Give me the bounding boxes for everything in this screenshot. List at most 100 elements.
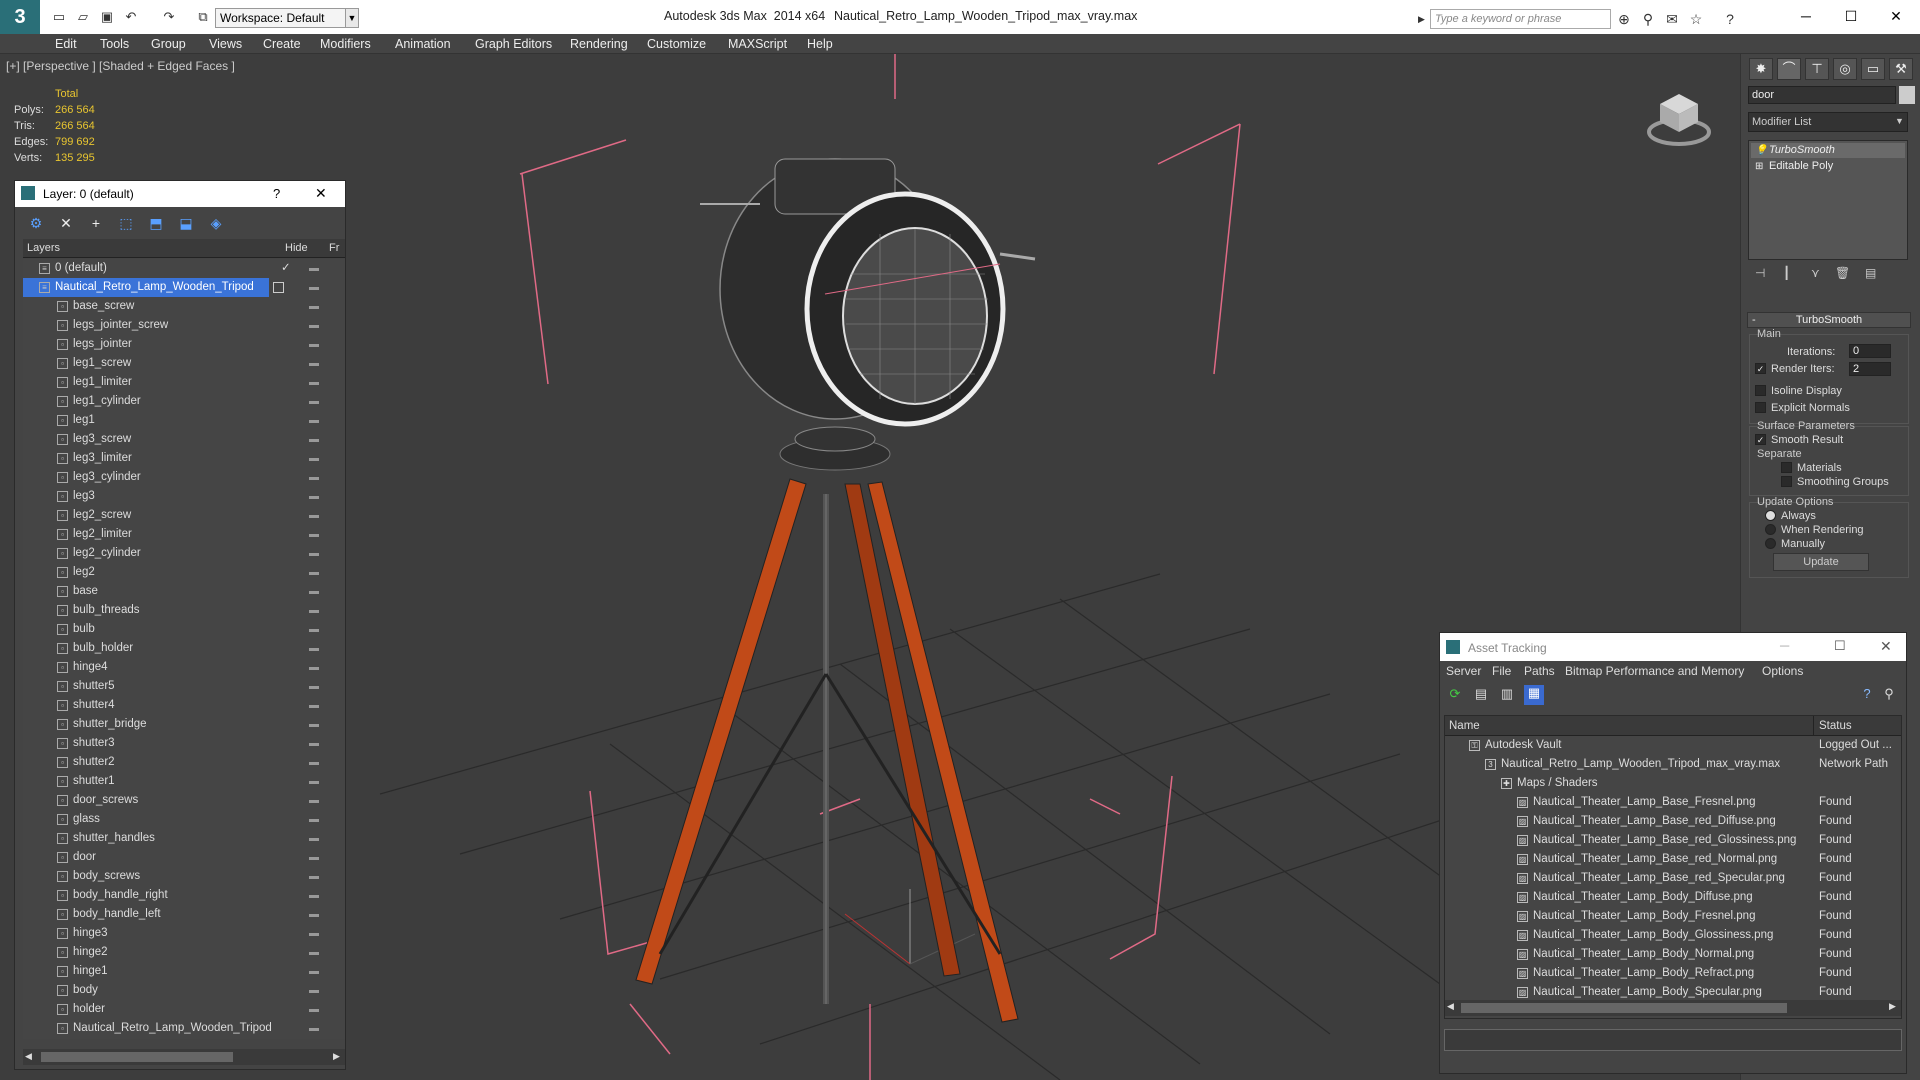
collapse-icon[interactable]: - [1752, 313, 1756, 327]
column-status[interactable]: Status [1819, 720, 1852, 732]
stack-item-turbosmooth[interactable]: 💡 TurboSmooth [1751, 143, 1905, 158]
layer-row[interactable]: ▫ holder ▬ [23, 1000, 345, 1019]
layer-row[interactable]: ▫ bulb_holder ▬ [23, 639, 345, 658]
hide-toggle-icon[interactable]: ▬ [309, 1019, 319, 1038]
layer-row[interactable]: ▫ legs_jointer ▬ [23, 335, 345, 354]
layer-row[interactable]: ▫ hinge3 ▬ [23, 924, 345, 943]
hide-toggle-icon[interactable]: ▬ [309, 297, 319, 316]
layer-row[interactable]: ▫ base ▬ [23, 582, 345, 601]
hide-toggle-icon[interactable]: ▬ [309, 392, 319, 411]
hide-toggle-icon[interactable]: ▬ [309, 601, 319, 620]
add-layer-icon[interactable]: + [85, 213, 107, 233]
hide-toggle-icon[interactable]: ▬ [309, 468, 319, 487]
layer-list[interactable]: ≡ 0 (default) ✓ ▬ ≡ Nautical_Retro_Lamp_Woode… [23, 259, 345, 1039]
asset-row[interactable]: ▨ Nautical_Theater_Lamp_Body_Glossiness.p… [1445, 926, 1901, 945]
hide-toggle-icon[interactable]: ▬ [309, 810, 319, 829]
layer-row[interactable]: ≡ Nautical_Retro_Lamp_Wooden_Tripod ▬ [23, 278, 319, 297]
hide-toggle-icon[interactable]: ▬ [309, 753, 319, 772]
hide-toggle-icon[interactable]: ▬ [309, 962, 319, 981]
create-tab-icon[interactable]: ✸ [1749, 58, 1773, 80]
asset-table[interactable]: Name Status ⚿ Autodesk Vault Logged Out ..… [1444, 715, 1902, 1019]
minimize-icon[interactable]: ─ [1786, 4, 1826, 28]
materials-checkbox[interactable] [1781, 462, 1792, 473]
redo-icon[interactable]: ↷ [160, 8, 178, 26]
table-view-icon[interactable]: ▦ [1524, 685, 1544, 705]
help-icon[interactable]: ? [1720, 9, 1740, 29]
menu-maxscript[interactable]: MAXScript [728, 34, 787, 54]
column-name[interactable]: Name [1449, 720, 1480, 732]
hide-toggle-icon[interactable]: ▬ [309, 544, 319, 563]
layer-row[interactable]: ▫ leg3 ▬ [23, 487, 345, 506]
layer-row[interactable]: ▫ leg3_limiter ▬ [23, 449, 345, 468]
make-unique-icon[interactable]: ⋎ [1811, 266, 1820, 280]
layer-row[interactable]: ▫ shutter1 ▬ [23, 772, 345, 791]
layer-row[interactable]: ▫ shutter5 ▬ [23, 677, 345, 696]
modifier-stack[interactable]: 💡 TurboSmooth ⊞ Editable Poly [1748, 140, 1908, 260]
layer-row[interactable]: ▫ shutter2 ▬ [23, 753, 345, 772]
asset-row[interactable]: ▨ Nautical_Theater_Lamp_Base_red_Specular… [1445, 869, 1901, 888]
layer-row[interactable]: ▫ body_handle_left ▬ [23, 905, 345, 924]
asset-menu-paths[interactable]: Paths [1524, 664, 1555, 678]
select-objects-icon[interactable]: ⬚ [115, 213, 137, 233]
new-file-icon[interactable]: ▭ [50, 8, 68, 26]
modifier-list-dropdown[interactable]: Modifier List ▼ [1748, 112, 1908, 132]
hide-toggle-icon[interactable]: ▬ [309, 354, 319, 373]
open-file-icon[interactable]: ▱ [74, 8, 92, 26]
display-tab-icon[interactable]: ▭ [1861, 58, 1885, 80]
asset-row[interactable]: 3 Nautical_Retro_Lamp_Wooden_Tripod_max_v… [1445, 755, 1901, 774]
hide-toggle-icon[interactable]: ▬ [309, 411, 319, 430]
layer-row[interactable]: ▫ shutter_bridge ▬ [23, 715, 345, 734]
manually-radio[interactable] [1765, 538, 1776, 549]
layer-row[interactable]: ▫ hinge4 ▬ [23, 658, 345, 677]
help-icon[interactable]: ? [1858, 686, 1876, 704]
close-icon[interactable]: ✕ [1880, 638, 1892, 655]
hide-toggle-icon[interactable]: ▬ [309, 943, 319, 962]
asset-row[interactable]: ▨ Nautical_Theater_Lamp_Body_Fresnel.png F… [1445, 907, 1901, 926]
object-name-field[interactable]: door [1748, 86, 1896, 104]
render-iters-spinner[interactable]: 2 [1849, 362, 1891, 376]
scroll-left-icon[interactable]: ◀ [25, 1051, 32, 1062]
layer-row[interactable]: ▫ hinge1 ▬ [23, 962, 345, 981]
active-layer-check-icon[interactable]: ✓ [281, 259, 291, 278]
hide-toggle-icon[interactable]: ▬ [309, 848, 319, 867]
hide-toggle-icon[interactable]: ▬ [309, 487, 319, 506]
close-icon[interactable]: ✕ [315, 185, 327, 202]
asset-path-field[interactable] [1444, 1029, 1902, 1051]
close-icon[interactable]: ✕ [1876, 4, 1916, 28]
hide-toggle-icon[interactable]: ▬ [309, 449, 319, 468]
layer-row[interactable]: ▫ shutter3 ▬ [23, 734, 345, 753]
show-end-result-icon[interactable]: ┃ [1783, 266, 1790, 280]
menu-edit[interactable]: Edit [55, 34, 77, 54]
hide-toggle-icon[interactable]: ▬ [309, 772, 319, 791]
layer-row[interactable]: ▫ leg3_screw ▬ [23, 430, 345, 449]
hide-toggle-icon[interactable]: ▬ [309, 639, 319, 658]
menu-modifiers[interactable]: Modifiers [320, 34, 371, 54]
menu-group[interactable]: Group [151, 34, 186, 54]
layer-row[interactable]: ▫ bulb ▬ [23, 620, 345, 639]
menu-views[interactable]: Views [209, 34, 242, 54]
hide-toggle-icon[interactable]: ▬ [309, 677, 319, 696]
hide-toggle-icon[interactable]: ▬ [309, 525, 319, 544]
hide-toggle-icon[interactable]: ▬ [309, 715, 319, 734]
hide-toggle-icon[interactable]: ▬ [309, 924, 319, 943]
maximize-icon[interactable]: ☐ [1831, 4, 1871, 28]
search-expand-icon[interactable]: ▶ [1418, 9, 1428, 29]
save-icon[interactable]: ▣ [98, 8, 116, 26]
layer-settings-icon[interactable]: ⚙ [25, 213, 47, 233]
scroll-right-icon[interactable]: ▶ [333, 1051, 340, 1062]
layer-row[interactable]: ▫ glass ▬ [23, 810, 345, 829]
smooth-result-checkbox[interactable]: ✓ [1755, 434, 1766, 445]
hide-toggle-icon[interactable]: ▬ [309, 563, 319, 582]
asset-horizontal-scrollbar[interactable]: ◀ ▶ [1445, 1000, 1901, 1016]
hide-toggle-icon[interactable]: ▬ [309, 430, 319, 449]
viewport-label[interactable]: [+] [Perspective ] [Shaded + Edged Faces… [6, 59, 235, 73]
update-button[interactable]: Update [1773, 553, 1869, 571]
remove-modifier-icon[interactable]: 🗑 [1835, 266, 1850, 280]
select-layer-icon[interactable]: ⬒ [145, 213, 167, 233]
layer-row[interactable]: ▫ door_screws ▬ [23, 791, 345, 810]
hide-toggle-icon[interactable]: ▬ [309, 734, 319, 753]
turbosmooth-rollout-header[interactable]: - TurboSmooth [1747, 312, 1911, 328]
layer-row[interactable]: ▫ Nautical_Retro_Lamp_Wooden_Tripod ▬ [23, 1019, 345, 1038]
asset-row[interactable]: ▨ Nautical_Theater_Lamp_Base_Fresnel.png F… [1445, 793, 1901, 812]
asset-menu-file[interactable]: File [1492, 664, 1511, 678]
